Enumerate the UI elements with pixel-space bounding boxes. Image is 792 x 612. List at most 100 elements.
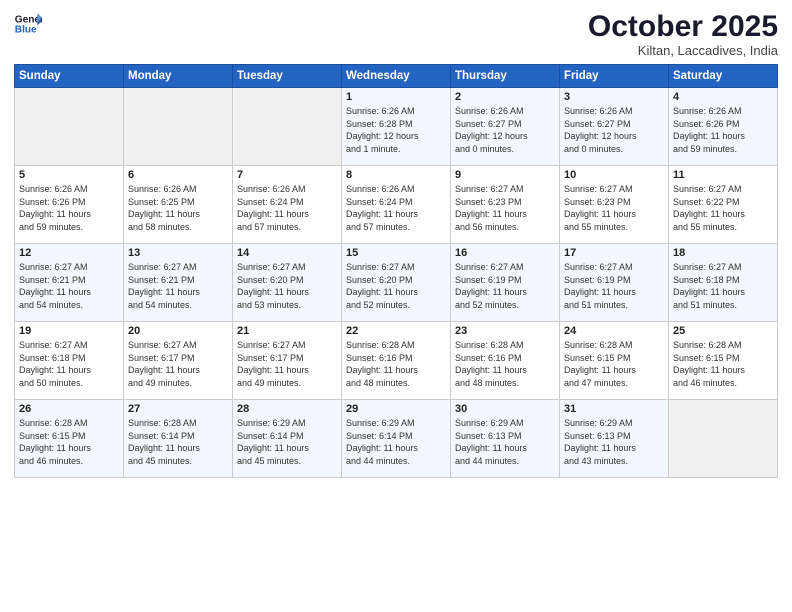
calendar-cell: 24Sunrise: 6:28 AMSunset: 6:15 PMDayligh… bbox=[560, 322, 669, 400]
cell-info: Sunrise: 6:27 AM bbox=[346, 261, 446, 274]
cell-info: and 55 minutes. bbox=[564, 221, 664, 234]
cell-info: Daylight: 11 hours bbox=[128, 208, 228, 221]
cell-info: and 44 minutes. bbox=[455, 455, 555, 468]
calendar-cell bbox=[124, 88, 233, 166]
col-header-thursday: Thursday bbox=[451, 65, 560, 88]
cell-info: and 48 minutes. bbox=[346, 377, 446, 390]
cell-info: Sunset: 6:15 PM bbox=[673, 352, 773, 365]
calendar-cell: 3Sunrise: 6:26 AMSunset: 6:27 PMDaylight… bbox=[560, 88, 669, 166]
day-number: 15 bbox=[346, 247, 446, 259]
calendar-cell: 8Sunrise: 6:26 AMSunset: 6:24 PMDaylight… bbox=[342, 166, 451, 244]
cell-info: and 54 minutes. bbox=[128, 299, 228, 312]
cell-info: Daylight: 11 hours bbox=[19, 208, 119, 221]
cell-info: Sunrise: 6:29 AM bbox=[455, 417, 555, 430]
cell-info: and 59 minutes. bbox=[673, 143, 773, 156]
cell-info: Sunrise: 6:27 AM bbox=[19, 261, 119, 274]
cell-info: Sunrise: 6:29 AM bbox=[237, 417, 337, 430]
cell-info: Sunrise: 6:28 AM bbox=[673, 339, 773, 352]
day-number: 12 bbox=[19, 247, 119, 259]
day-number: 16 bbox=[455, 247, 555, 259]
cell-info: Sunset: 6:21 PM bbox=[128, 274, 228, 287]
cell-info: and 45 minutes. bbox=[128, 455, 228, 468]
cell-info: Daylight: 11 hours bbox=[19, 286, 119, 299]
cell-info: Sunset: 6:18 PM bbox=[673, 274, 773, 287]
cell-info: Sunset: 6:20 PM bbox=[237, 274, 337, 287]
calendar-cell: 15 Sunrise: 6:27 AMSunset: 6:20 PMDayligh… bbox=[342, 244, 451, 322]
cell-info: Sunrise: 6:27 AM bbox=[455, 261, 555, 274]
calendar-cell: 1Sunrise: 6:26 AMSunset: 6:28 PMDaylight… bbox=[342, 88, 451, 166]
calendar-cell: 30Sunrise: 6:29 AMSunset: 6:13 PMDayligh… bbox=[451, 400, 560, 478]
day-number: 26 bbox=[19, 403, 119, 415]
cell-info: Daylight: 12 hours bbox=[455, 130, 555, 143]
cell-info: Daylight: 11 hours bbox=[673, 286, 773, 299]
cell-info: Daylight: 11 hours bbox=[346, 442, 446, 455]
calendar-cell: 17Sunrise: 6:27 AMSunset: 6:19 PMDayligh… bbox=[560, 244, 669, 322]
cell-info: Sunset: 6:26 PM bbox=[19, 196, 119, 209]
title-block: October 2025 Kiltan, Laccadives, India bbox=[588, 10, 778, 58]
page-header: General Blue October 2025 Kiltan, Laccad… bbox=[14, 10, 778, 58]
cell-info: Sunrise: 6:27 AM bbox=[564, 183, 664, 196]
cell-info: and 45 minutes. bbox=[237, 455, 337, 468]
cell-info: Sunset: 6:24 PM bbox=[346, 196, 446, 209]
cell-info: and 49 minutes. bbox=[237, 377, 337, 390]
col-header-sunday: Sunday bbox=[15, 65, 124, 88]
day-number: 29 bbox=[346, 403, 446, 415]
cell-info: Daylight: 11 hours bbox=[564, 286, 664, 299]
calendar-cell bbox=[15, 88, 124, 166]
calendar-cell bbox=[669, 400, 778, 478]
day-number: 14 bbox=[237, 247, 337, 259]
cell-info: Sunset: 6:19 PM bbox=[564, 274, 664, 287]
cell-info: Sunset: 6:24 PM bbox=[237, 196, 337, 209]
calendar-cell: 14Sunrise: 6:27 AMSunset: 6:20 PMDayligh… bbox=[233, 244, 342, 322]
logo-icon: General Blue bbox=[14, 10, 42, 38]
calendar-cell: 13Sunrise: 6:27 AMSunset: 6:21 PMDayligh… bbox=[124, 244, 233, 322]
cell-info: Sunrise: 6:29 AM bbox=[564, 417, 664, 430]
cell-info: Sunrise: 6:29 AM bbox=[346, 417, 446, 430]
cell-info: Sunset: 6:25 PM bbox=[128, 196, 228, 209]
calendar-cell: 29Sunrise: 6:29 AMSunset: 6:14 PMDayligh… bbox=[342, 400, 451, 478]
cell-info: Sunset: 6:20 PM bbox=[346, 274, 446, 287]
cell-info: Daylight: 11 hours bbox=[346, 286, 446, 299]
cell-info: Sunrise: 6:27 AM bbox=[237, 261, 337, 274]
cell-info: Sunrise: 6:26 AM bbox=[455, 105, 555, 118]
cell-info: and 58 minutes. bbox=[128, 221, 228, 234]
header-row: SundayMondayTuesdayWednesdayThursdayFrid… bbox=[15, 65, 778, 88]
cell-info: Daylight: 11 hours bbox=[564, 364, 664, 377]
cell-info: Daylight: 11 hours bbox=[564, 208, 664, 221]
calendar-table: SundayMondayTuesdayWednesdayThursdayFrid… bbox=[14, 64, 778, 478]
cell-info: and 46 minutes. bbox=[673, 377, 773, 390]
calendar-cell: 28Sunrise: 6:29 AMSunset: 6:14 PMDayligh… bbox=[233, 400, 342, 478]
cell-info: and 0 minutes. bbox=[455, 143, 555, 156]
cell-info: and 46 minutes. bbox=[19, 455, 119, 468]
cell-info: and 52 minutes. bbox=[455, 299, 555, 312]
cell-info: Daylight: 11 hours bbox=[346, 364, 446, 377]
cell-info: Sunset: 6:15 PM bbox=[19, 430, 119, 443]
cell-info: and 44 minutes. bbox=[346, 455, 446, 468]
cell-info: and 43 minutes. bbox=[564, 455, 664, 468]
cell-info: Sunset: 6:26 PM bbox=[673, 118, 773, 131]
cell-info: Sunset: 6:19 PM bbox=[455, 274, 555, 287]
cell-info: Sunrise: 6:28 AM bbox=[346, 339, 446, 352]
day-number: 3 bbox=[564, 91, 664, 103]
calendar-cell: 5Sunrise: 6:26 AMSunset: 6:26 PMDaylight… bbox=[15, 166, 124, 244]
calendar-cell: 16Sunrise: 6:27 AMSunset: 6:19 PMDayligh… bbox=[451, 244, 560, 322]
cell-info: and 54 minutes. bbox=[19, 299, 119, 312]
cell-info: Daylight: 12 hours bbox=[346, 130, 446, 143]
cell-info: and 55 minutes. bbox=[673, 221, 773, 234]
cell-info: and 56 minutes. bbox=[455, 221, 555, 234]
cell-info: and 51 minutes. bbox=[564, 299, 664, 312]
calendar-cell: 6Sunrise: 6:26 AMSunset: 6:25 PMDaylight… bbox=[124, 166, 233, 244]
cell-info: Sunrise: 6:27 AM bbox=[673, 261, 773, 274]
day-number: 25 bbox=[673, 325, 773, 337]
cell-info: Sunset: 6:27 PM bbox=[564, 118, 664, 131]
cell-info: and 0 minutes. bbox=[564, 143, 664, 156]
calendar-cell: 2Sunrise: 6:26 AMSunset: 6:27 PMDaylight… bbox=[451, 88, 560, 166]
cell-info: and 53 minutes. bbox=[237, 299, 337, 312]
cell-info: and 57 minutes. bbox=[346, 221, 446, 234]
cell-info: Sunrise: 6:26 AM bbox=[346, 183, 446, 196]
day-number: 6 bbox=[128, 169, 228, 181]
calendar-cell: 31Sunrise: 6:29 AMSunset: 6:13 PMDayligh… bbox=[560, 400, 669, 478]
col-header-tuesday: Tuesday bbox=[233, 65, 342, 88]
day-number: 13 bbox=[128, 247, 228, 259]
calendar-cell: 20Sunrise: 6:27 AMSunset: 6:17 PMDayligh… bbox=[124, 322, 233, 400]
